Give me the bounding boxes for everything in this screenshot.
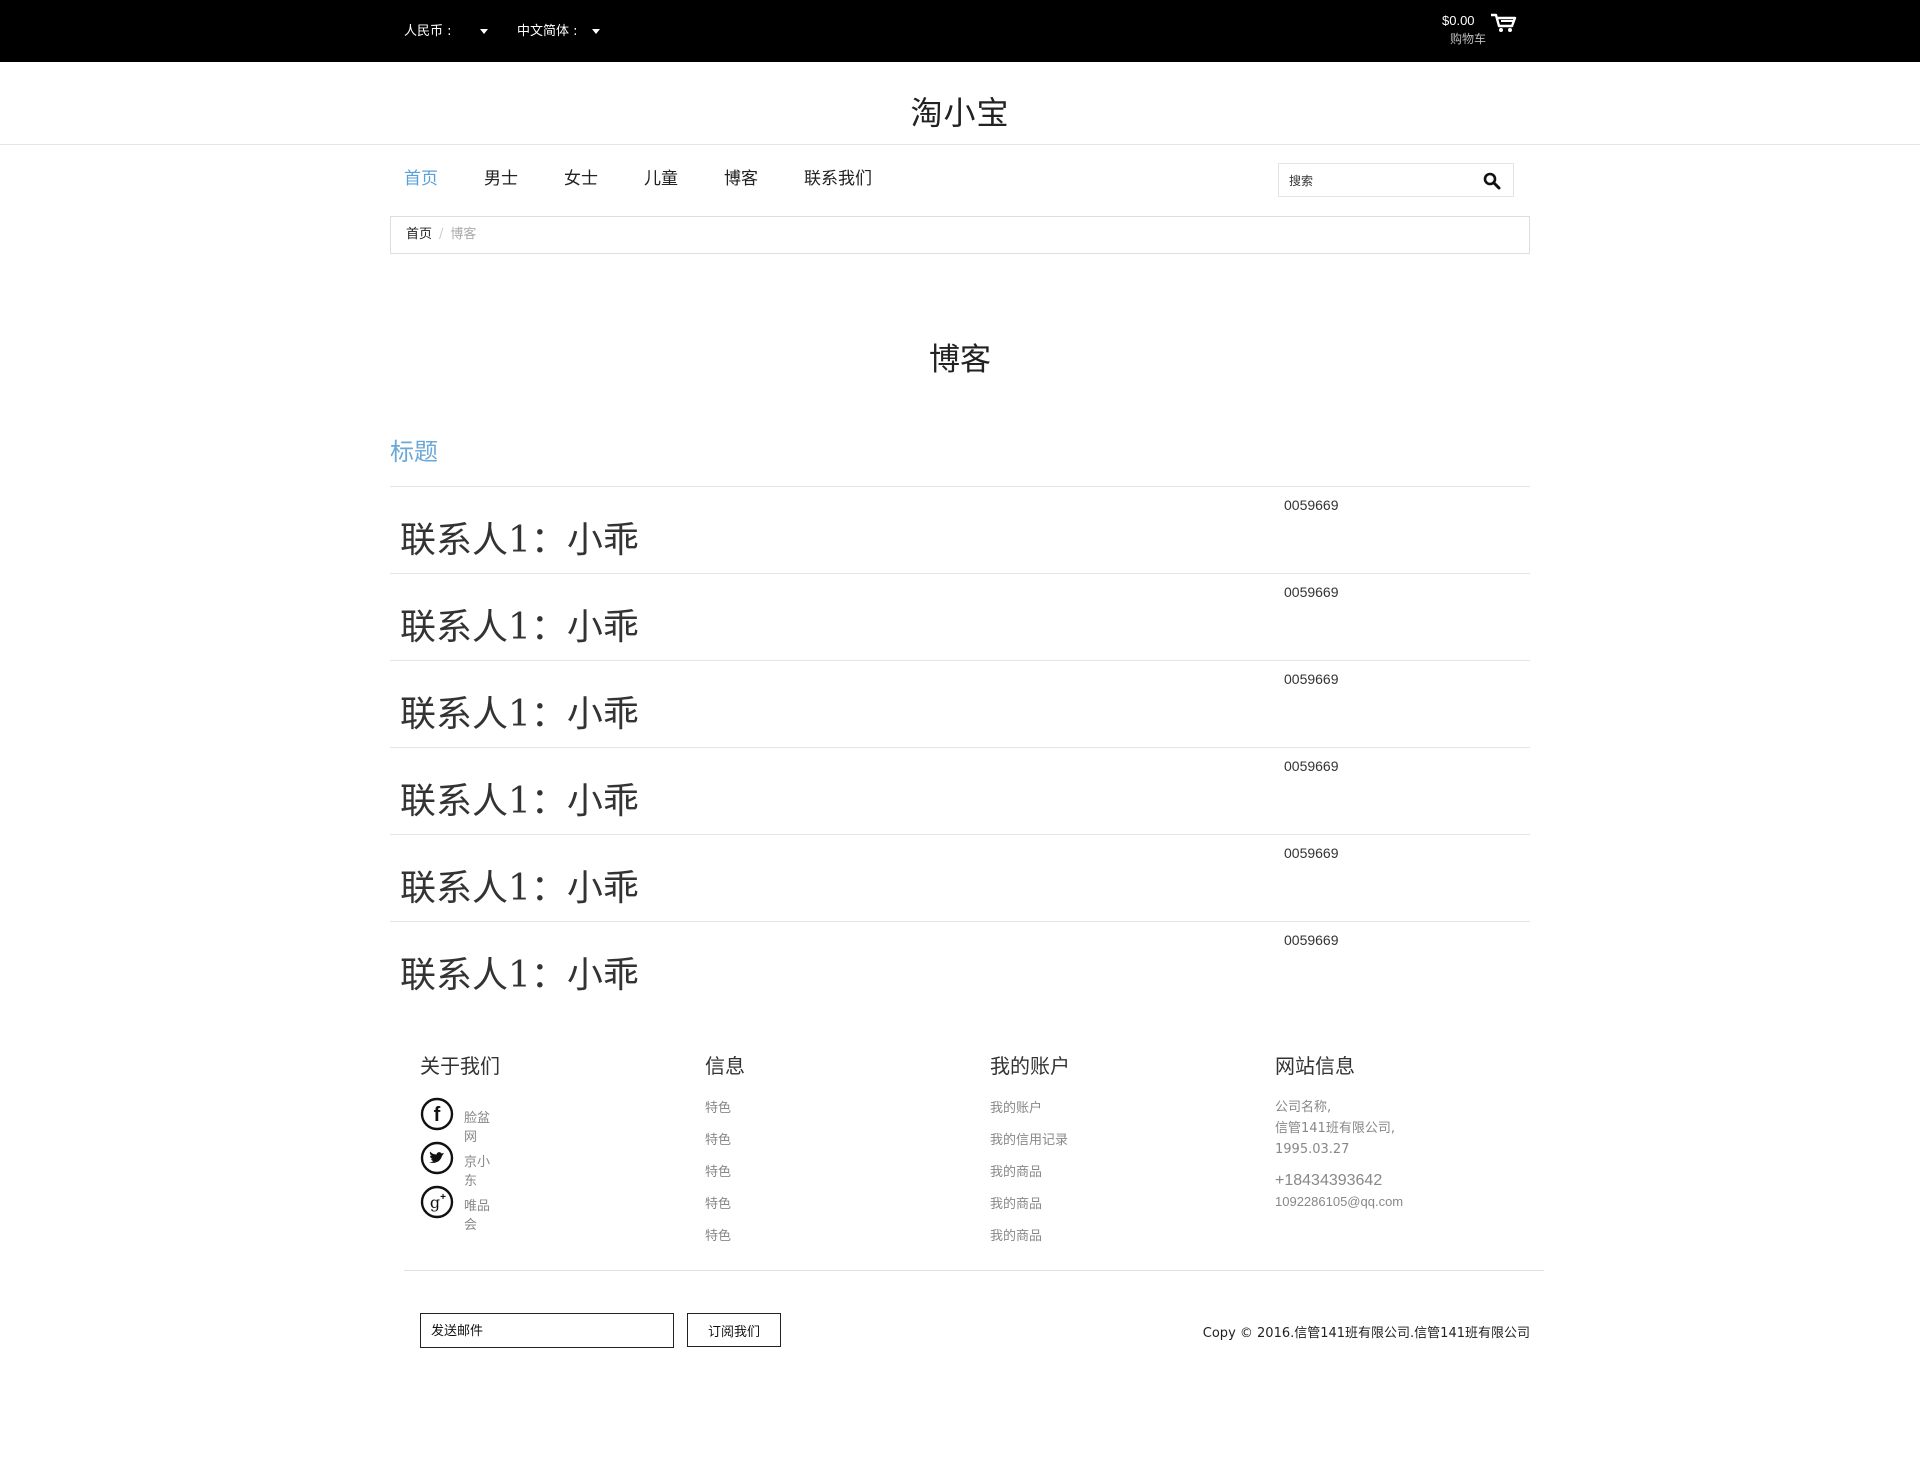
search-input[interactable] <box>1287 165 1471 197</box>
footer-heading: 信息 <box>705 1054 745 1078</box>
email-field-wrapper <box>420 1313 674 1348</box>
entry-code: 0059669 <box>1284 845 1339 861</box>
twitter-icon <box>420 1141 454 1175</box>
cart-button[interactable]: $0.00 购物车 <box>1442 13 1518 47</box>
nav-item-kids[interactable]: 儿童 <box>644 164 678 189</box>
footer-site-info: 网站信息 公司名称, 信管141班有限公司, 1995.03.27 +18434… <box>1275 1050 1403 1209</box>
footer-account: 我的账户 我的账户 我的信用记录 我的商品 我的商品 我的商品 <box>990 1050 1070 1257</box>
breadcrumb-current: 博客 <box>450 227 477 242</box>
footer-heading: 关于我们 <box>420 1054 500 1078</box>
footer-link[interactable]: 特色 <box>705 1225 745 1244</box>
contact-email[interactable]: 1092286105@qq.com <box>1275 1194 1403 1209</box>
breadcrumb: 首页 / 博客 <box>390 216 1530 254</box>
entry-code: 0059669 <box>1284 671 1339 687</box>
list-item[interactable]: 联系人1：小乖 0059669 <box>390 486 1530 573</box>
contact-phone: +18434393642 <box>1275 1172 1383 1189</box>
main-nav: 首页 男士 女士 儿童 博客 联系我们 <box>0 164 1920 196</box>
email-field[interactable] <box>429 1315 663 1347</box>
nav-item-blog[interactable]: 博客 <box>724 164 758 189</box>
search-box <box>1278 163 1514 197</box>
entry-name: 联系人1：小乖 <box>400 607 639 648</box>
header: 淘小宝 <box>0 62 1920 145</box>
list-item[interactable]: 联系人1：小乖 0059669 <box>390 834 1530 921</box>
facebook-icon: f <box>420 1097 454 1131</box>
list-item[interactable]: 联系人1：小乖 0059669 <box>390 747 1530 834</box>
list-item[interactable]: 联系人1：小乖 0059669 <box>390 660 1530 747</box>
breadcrumb-separator: / <box>439 227 444 242</box>
currency-label: 人民币 : <box>404 24 452 39</box>
entry-name: 联系人1：小乖 <box>400 520 639 561</box>
search-icon[interactable] <box>1483 172 1501 190</box>
breadcrumb-home[interactable]: 首页 <box>406 227 432 242</box>
footer-divider <box>404 1270 1544 1271</box>
cart-icon <box>1491 13 1517 32</box>
svg-text:+: + <box>440 1192 446 1203</box>
footer-link[interactable]: 我的账户 <box>990 1097 1070 1116</box>
language-label: 中文简体 : <box>517 24 578 39</box>
nav-item-contact[interactable]: 联系我们 <box>804 164 872 189</box>
footer-link[interactable]: 特色 <box>705 1161 745 1180</box>
social-link-facebook[interactable]: f 脸盆网 <box>420 1097 500 1145</box>
nav-item-home[interactable]: 首页 <box>404 164 438 189</box>
social-label: 脸盆网 <box>464 1111 491 1145</box>
company-name: 信管141班有限公司, <box>1275 1121 1395 1136</box>
section-title: 标题 <box>390 438 438 466</box>
top-bar: 人民币 : 中文简体 : $0.00 购物车 <box>0 0 1920 62</box>
company-date: 1995.03.27 <box>1275 1142 1350 1157</box>
subscribe-button[interactable]: 订阅我们 <box>687 1313 781 1347</box>
svg-text:g: g <box>430 1193 440 1212</box>
entry-code: 0059669 <box>1284 932 1339 948</box>
page-title: 博客 <box>929 342 991 378</box>
entry-name: 联系人1：小乖 <box>400 694 639 735</box>
entry-name: 联系人1：小乖 <box>400 868 639 909</box>
nav-item-men[interactable]: 男士 <box>484 164 518 189</box>
footer-about: 关于我们 f 脸盆网 京小东 g + 唯品会 <box>420 1050 500 1233</box>
currency-dropdown[interactable]: 人民币 : <box>404 20 488 39</box>
entry-code: 0059669 <box>1284 497 1339 513</box>
footer-heading: 我的账户 <box>990 1054 1070 1078</box>
footer-info: 信息 特色 特色 特色 特色 特色 <box>705 1050 745 1257</box>
social-link-twitter[interactable]: 京小东 <box>420 1141 500 1189</box>
site-logo[interactable]: 淘小宝 <box>910 88 1009 134</box>
list-item[interactable]: 联系人1：小乖 0059669 <box>390 921 1530 1008</box>
footer-link[interactable]: 我的信用记录 <box>990 1129 1070 1148</box>
footer-link[interactable]: 我的商品 <box>990 1161 1070 1180</box>
copyright: Copy © 2016.信管141班有限公司.信管141班有限公司 <box>1202 1326 1530 1341</box>
footer-link[interactable]: 我的商品 <box>990 1225 1070 1244</box>
footer-link[interactable]: 特色 <box>705 1193 745 1212</box>
language-dropdown[interactable]: 中文简体 : <box>517 20 600 39</box>
company-name-label: 公司名称, <box>1275 1100 1332 1115</box>
footer-link[interactable]: 我的商品 <box>990 1193 1070 1212</box>
entry-code: 0059669 <box>1284 584 1339 600</box>
footer-link[interactable]: 特色 <box>705 1097 745 1116</box>
footer-link[interactable]: 特色 <box>705 1129 745 1148</box>
list-item[interactable]: 联系人1：小乖 0059669 <box>390 573 1530 660</box>
footer-heading: 网站信息 <box>1275 1054 1355 1078</box>
social-label: 唯品会 <box>464 1199 491 1233</box>
google-plus-icon: g + <box>420 1185 454 1219</box>
nav-item-women[interactable]: 女士 <box>564 164 598 189</box>
social-link-google-plus[interactable]: g + 唯品会 <box>420 1185 500 1233</box>
social-label: 京小东 <box>464 1155 491 1189</box>
chevron-down-icon <box>479 29 488 34</box>
entry-name: 联系人1：小乖 <box>400 781 639 822</box>
blog-list: 联系人1：小乖 0059669 联系人1：小乖 0059669 联系人1：小乖 … <box>390 486 1530 1008</box>
svg-text:f: f <box>434 1104 441 1126</box>
entry-name: 联系人1：小乖 <box>400 955 639 996</box>
entry-code: 0059669 <box>1284 758 1339 774</box>
chevron-down-icon <box>591 29 600 34</box>
